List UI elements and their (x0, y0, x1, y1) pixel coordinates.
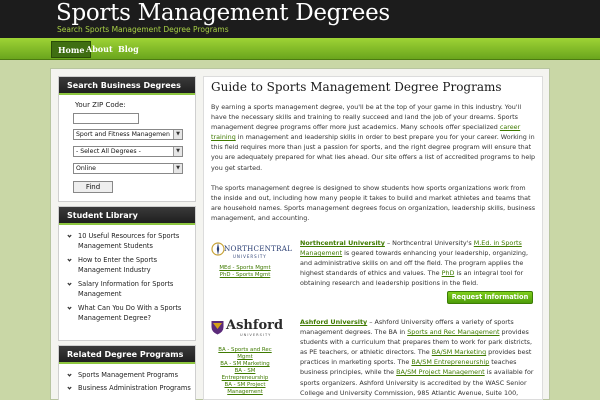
library-widget: Student Library 10 Useful Resources for … (58, 206, 196, 341)
program-link[interactable]: PhD (442, 269, 455, 277)
main-nav: Home About Blog (0, 38, 600, 60)
chevron-down-icon: ▼ (173, 147, 182, 156)
ashford-program-links: BA - Sports and Rec Mgmt BA - SM Marketi… (212, 347, 278, 396)
library-item-line2: Management Industry (78, 266, 151, 274)
program-link[interactable]: BA - Sports and Rec Mgmt (212, 347, 278, 361)
chevron-right-icon (67, 233, 72, 238)
zip-label: Your ZIP Code: (75, 101, 126, 109)
site-header: Sports Management Degrees Search Sports … (0, 0, 600, 38)
intro-text: in management and leadership skills in o… (211, 133, 536, 172)
intro-text: By earning a sports management degree, y… (211, 103, 522, 132)
category-select[interactable]: Sport and Fitness Managemen ▼ (73, 129, 183, 140)
library-item-line1: 10 Useful Resources for Sports (78, 232, 180, 240)
description-paragraph: The sports management degree is designed… (211, 184, 536, 223)
northcentral-logo[interactable]: NORTHCENTRAL UNIVERSITY (211, 242, 292, 259)
program-link[interactable]: Management (212, 389, 278, 396)
related-item-label: Business Administration Programs (78, 384, 191, 392)
library-item-line1: Salary Information for Sports (78, 280, 174, 288)
degree-select[interactable]: - Select All Degrees - ▼ (73, 146, 183, 157)
logo-name: NORTHCENTRAL (224, 244, 293, 253)
request-info-button[interactable]: Request Information (447, 291, 533, 304)
related-widget-title: Related Degree Programs (59, 346, 195, 364)
find-button[interactable]: Find (73, 181, 113, 193)
related-widget: Related Degree Programs Sports Managemen… (58, 345, 196, 400)
chevron-down-icon: ▼ (173, 164, 182, 173)
school-name-link[interactable]: Ashford University (300, 318, 367, 326)
related-item-label: Sports Management Programs (78, 371, 179, 379)
library-item-line1: What Can You Do With a Sports (78, 304, 182, 312)
library-item-line2: Management (78, 290, 122, 298)
logo-name: Ashford (226, 318, 284, 333)
main-content: Guide to Sports Management Degree Progra… (203, 76, 543, 400)
program-link[interactable]: BA/SM Entrepreneurship (411, 358, 489, 366)
chevron-right-icon (67, 257, 72, 262)
compass-icon (211, 242, 225, 256)
chevron-right-icon (67, 385, 72, 390)
search-widget-title: Search Business Degrees (59, 77, 195, 95)
zip-input[interactable] (73, 113, 139, 124)
chevron-right-icon (67, 281, 72, 286)
format-select[interactable]: Online ▼ (73, 163, 183, 174)
program-link[interactable]: BA - SM Marketing (212, 361, 278, 368)
program-link[interactable]: BA - SM Project (212, 382, 278, 389)
chevron-right-icon (67, 305, 72, 310)
page-title: Guide to Sports Management Degree Progra… (211, 80, 502, 94)
format-select-value: Online (76, 165, 96, 172)
search-widget: Search Business Degrees Your ZIP Code: S… (58, 76, 196, 202)
shield-icon (211, 321, 224, 335)
category-select-value: Sport and Fitness Managemen (76, 131, 170, 138)
program-link[interactable]: MEd - Sports Mgmt (212, 265, 278, 272)
site-title[interactable]: Sports Management Degrees (56, 0, 390, 26)
school-name-link[interactable]: Northcentral University (300, 239, 385, 247)
program-link[interactable]: BA/SM Marketing (432, 348, 486, 356)
program-link[interactable]: BA/SM Project Management (396, 368, 485, 376)
chevron-down-icon: ▼ (173, 130, 182, 139)
intro-paragraph: By earning a sports management degree, y… (211, 102, 536, 173)
northcentral-program-links: MEd - Sports Mgmt PhD - Sports Mgmt (212, 265, 278, 279)
library-item-line2: Management Degree? (78, 314, 152, 322)
nav-blog[interactable]: Blog (112, 41, 145, 58)
library-item-line2: Management Students (78, 242, 153, 250)
library-item-line1: How to Enter the Sports (78, 256, 158, 264)
program-link[interactable]: PhD - Sports Mgmt (212, 272, 278, 279)
site-tagline: Search Sports Management Degree Programs (57, 25, 229, 34)
logo-subtitle: UNIVERSITY (240, 333, 272, 337)
northcentral-description: Northcentral University – Northcentral U… (300, 238, 536, 288)
logo-subtitle: UNIVERSITY (233, 254, 267, 259)
program-link[interactable]: BA - SM Entrepreneurship (212, 368, 278, 382)
degree-select-value: - Select All Degrees - (76, 148, 141, 155)
chevron-right-icon (67, 372, 72, 377)
school-text: – Northcentral University's (384, 239, 474, 247)
ashford-description: Ashford University – Ashford University … (300, 317, 536, 398)
program-link[interactable]: Sports and Rec Management (407, 328, 499, 336)
library-widget-title: Student Library (59, 207, 195, 225)
ashford-logo[interactable]: Ashford UNIVERSITY (211, 318, 283, 338)
